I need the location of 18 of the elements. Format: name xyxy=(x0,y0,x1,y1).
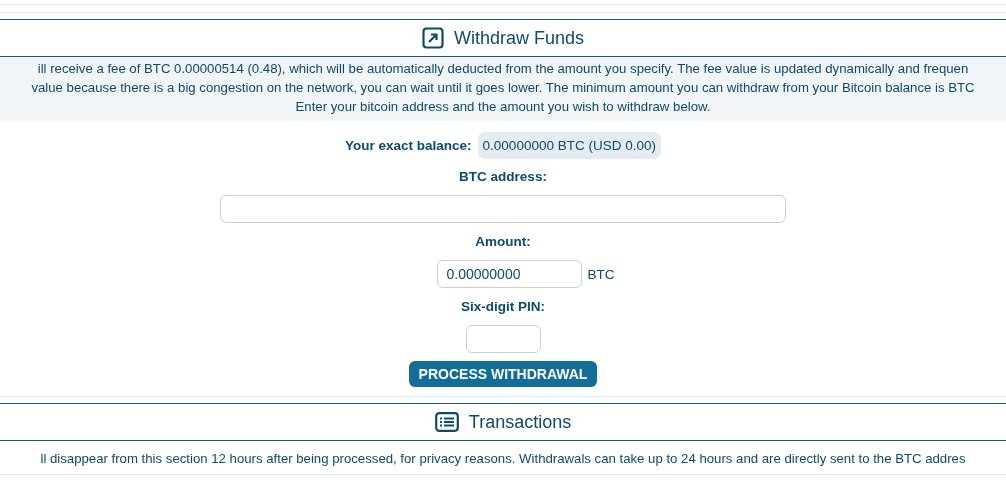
amount-field[interactable]: 0.00000000 xyxy=(436,260,582,288)
balance-label: Your exact balance: xyxy=(345,138,472,153)
section-title: Withdraw Funds xyxy=(453,27,584,49)
info-text: ll disappear from this section 12 hours after being processed, for privacy reasons. Withdrawals can take up to 24 hours and are directly sent to the BTC addres xyxy=(40,450,966,468)
pin-field[interactable] xyxy=(465,325,541,353)
arrow-box-icon xyxy=(421,27,444,49)
info-text: Enter your bitcoin address and the amount you wish to withdraw below. xyxy=(295,98,711,116)
currency-unit: BTC xyxy=(587,266,615,282)
address-label: BTC address: xyxy=(459,169,547,184)
list-icon xyxy=(434,412,459,432)
balance-value: 0.00000000 BTC (USD 0.00) xyxy=(477,132,661,159)
address-field[interactable] xyxy=(220,195,786,223)
pin-label: Six-digit PIN: xyxy=(461,299,545,314)
section-title: Transactions xyxy=(468,411,572,433)
amount-label: Amount: xyxy=(475,234,531,249)
info-text: ill receive a fee of BTC 0.00000514 (0.48), which will be automatically deducted from the amount you specify. The fee value is updated dynamically and frequen xyxy=(37,60,969,78)
info-text: value because there is a big congestion on the network, you can wait until it goes lower. The minimum amount you can withdraw from your Bitcoin balance is BTC xyxy=(31,79,975,97)
process-withdrawal-button[interactable]: PROCESS WITHDRAWAL xyxy=(408,361,598,387)
